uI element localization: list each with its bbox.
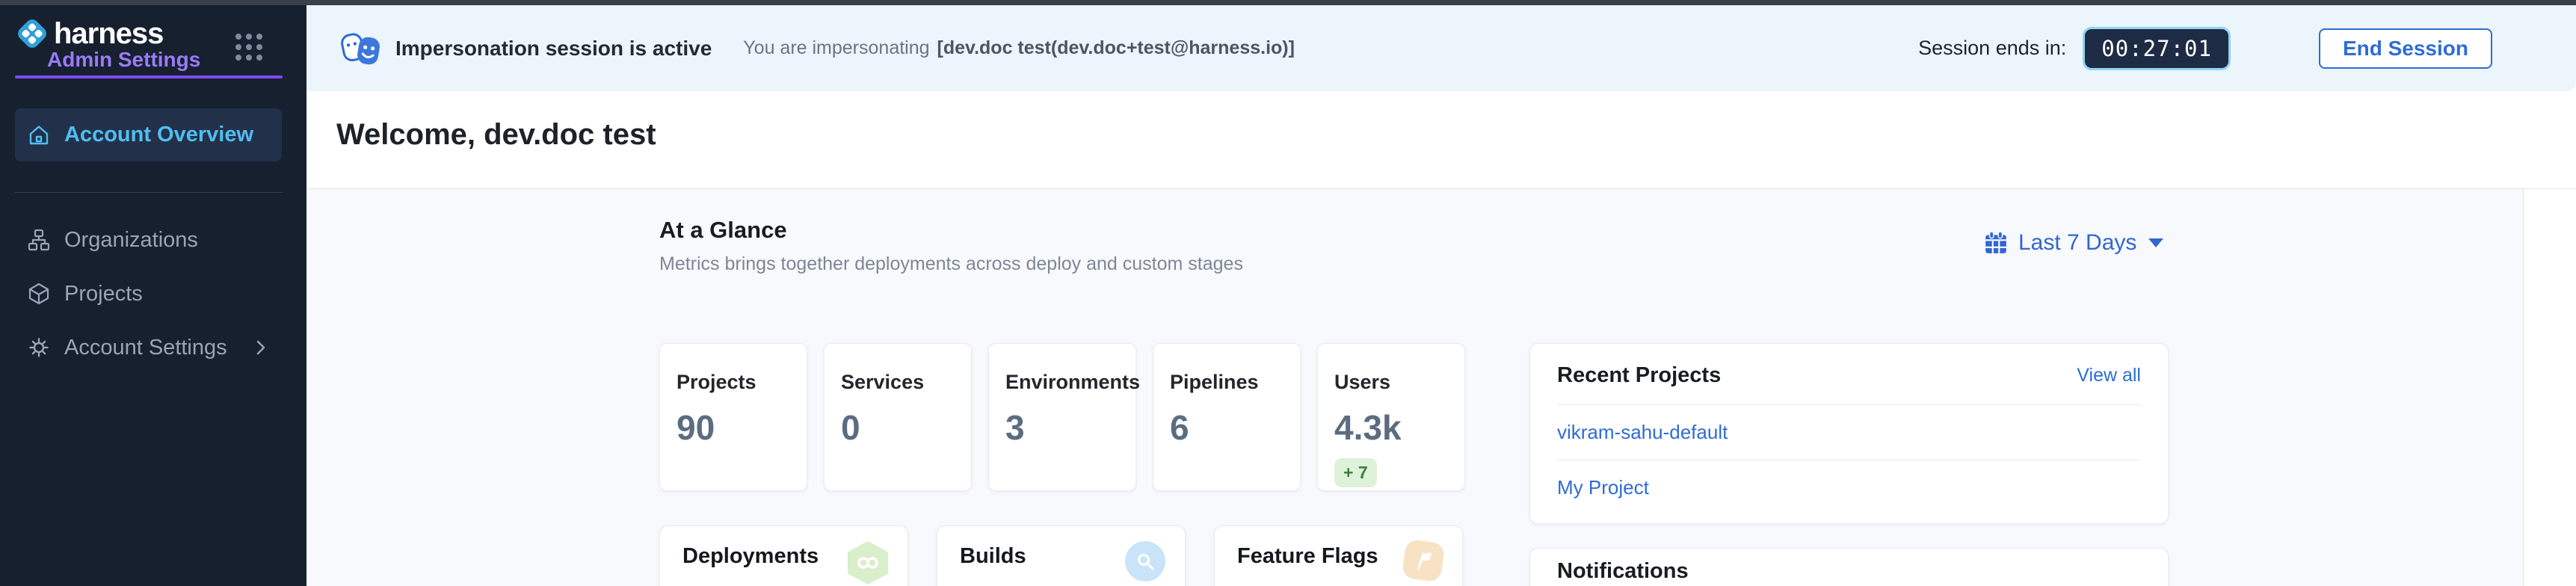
date-range-value: Last 7 Days (2018, 230, 2136, 256)
date-range-filter[interactable]: Last 7 Days (1983, 230, 2163, 256)
calendar-icon (1983, 230, 2009, 256)
organizations-icon (27, 228, 51, 252)
stat-label: Pipelines (1170, 371, 1284, 394)
welcome-band: Welcome, dev.doc test (306, 91, 2576, 189)
impersonation-banner: Impersonation session is active You are … (306, 5, 2576, 91)
stat-card-projects[interactable]: Projects 90 (659, 343, 807, 491)
stat-label: Services (841, 371, 955, 394)
stat-value: 4.3k (1334, 407, 1448, 448)
at-a-glance-header: At a Glance Metrics brings together depl… (659, 217, 1243, 275)
module-label: Deployments (682, 541, 819, 571)
page-title: Welcome, dev.doc test (336, 118, 656, 152)
sidebar-item-label: Account Settings (64, 336, 227, 360)
right-column: Recent Projects View all vikram-sahu-def… (1529, 343, 2169, 586)
admin-settings-label: Admin Settings (47, 48, 200, 72)
module-card-builds[interactable]: Builds (937, 525, 1186, 586)
stat-value: 0 (841, 407, 955, 448)
session-controls: Session ends in: 00:27:01 End Session (1918, 27, 2492, 70)
sidebar-item-account-settings[interactable]: Account Settings (0, 321, 306, 374)
stat-value: 3 (1005, 407, 1119, 448)
stat-value: 6 (1170, 407, 1284, 448)
chevron-down-icon (2148, 238, 2163, 247)
session-ends-label: Session ends in: (1918, 37, 2066, 60)
harness-logo-icon (15, 16, 49, 51)
window-top-strip (0, 0, 2576, 5)
notifications-panel: Notifications (1529, 548, 2169, 586)
brand-name: harness (54, 17, 163, 51)
stat-label: Projects (677, 371, 790, 394)
theater-masks-icon (340, 27, 382, 70)
cube-icon (27, 282, 51, 306)
section-title: At a Glance (659, 217, 1243, 244)
harness-logo[interactable]: harness (15, 16, 163, 51)
chevron-right-icon (251, 338, 271, 357)
feature-flags-icon (1402, 539, 1446, 583)
sidebar-item-organizations[interactable]: Organizations (0, 213, 306, 267)
deployments-icon (848, 541, 888, 585)
session-countdown-timer: 00:27:01 (2083, 27, 2231, 70)
stat-value: 90 (677, 407, 790, 448)
module-card-deployments[interactable]: Deployments (659, 525, 908, 586)
admin-settings-underline (15, 75, 283, 78)
panel-title: Recent Projects (1557, 363, 1721, 388)
sidebar: harness Admin Settings Account Overview (0, 0, 306, 586)
stat-card-pipelines[interactable]: Pipelines 6 (1153, 343, 1301, 491)
sidebar-item-projects[interactable]: Projects (0, 267, 306, 321)
impersonated-user: [dev.doc test(dev.doc+test@harness.io)] (937, 37, 1295, 59)
sidebar-divider (15, 192, 283, 193)
stat-card-services[interactable]: Services 0 (824, 343, 972, 491)
impersonation-subtitle: You are impersonating (743, 37, 929, 59)
panel-title: Notifications (1557, 559, 1689, 583)
project-link-my-project[interactable]: My Project (1557, 460, 2141, 515)
recent-projects-header: Recent Projects View all (1557, 363, 2141, 388)
gear-icon (27, 336, 51, 360)
stat-card-environments[interactable]: Environments 3 (988, 343, 1136, 491)
end-session-button[interactable]: End Session (2319, 28, 2492, 69)
main-content: At a Glance Metrics brings together depl… (306, 189, 2523, 586)
project-link-vikram-sahu-default[interactable]: vikram-sahu-default (1557, 405, 2141, 460)
stats-row: Projects 90 Services 0 Environments 3 Pi… (659, 343, 1465, 491)
sidebar-item-label: Account Overview (64, 123, 253, 147)
sidebar-nav: Account Overview Organizations (0, 108, 306, 374)
stat-label: Users (1334, 371, 1448, 394)
module-grid-icon[interactable] (235, 34, 262, 61)
sidebar-item-label: Projects (64, 282, 143, 306)
view-all-link[interactable]: View all (2077, 365, 2141, 386)
sidebar-item-account-overview[interactable]: Account Overview (15, 108, 282, 161)
modules-row: Deployments Builds Featu (659, 525, 1463, 586)
impersonation-title: Impersonation session is active (395, 37, 712, 61)
section-subtitle: Metrics brings together deployments acro… (659, 253, 1243, 275)
harness-admin-dashboard: harness Admin Settings Account Overview (0, 0, 2576, 586)
builds-icon (1125, 541, 1165, 582)
module-label: Feature Flags (1237, 541, 1378, 571)
stat-label: Environments (1005, 371, 1119, 394)
users-delta-badge: + 7 (1334, 458, 1377, 487)
home-icon (27, 123, 51, 147)
module-label: Builds (960, 541, 1026, 571)
stat-card-users[interactable]: Users 4.3k + 7 (1317, 343, 1465, 491)
sidebar-item-label: Organizations (64, 228, 198, 253)
recent-projects-panel: Recent Projects View all vikram-sahu-def… (1529, 343, 2169, 524)
module-card-feature-flags[interactable]: Feature Flags (1214, 525, 1463, 586)
